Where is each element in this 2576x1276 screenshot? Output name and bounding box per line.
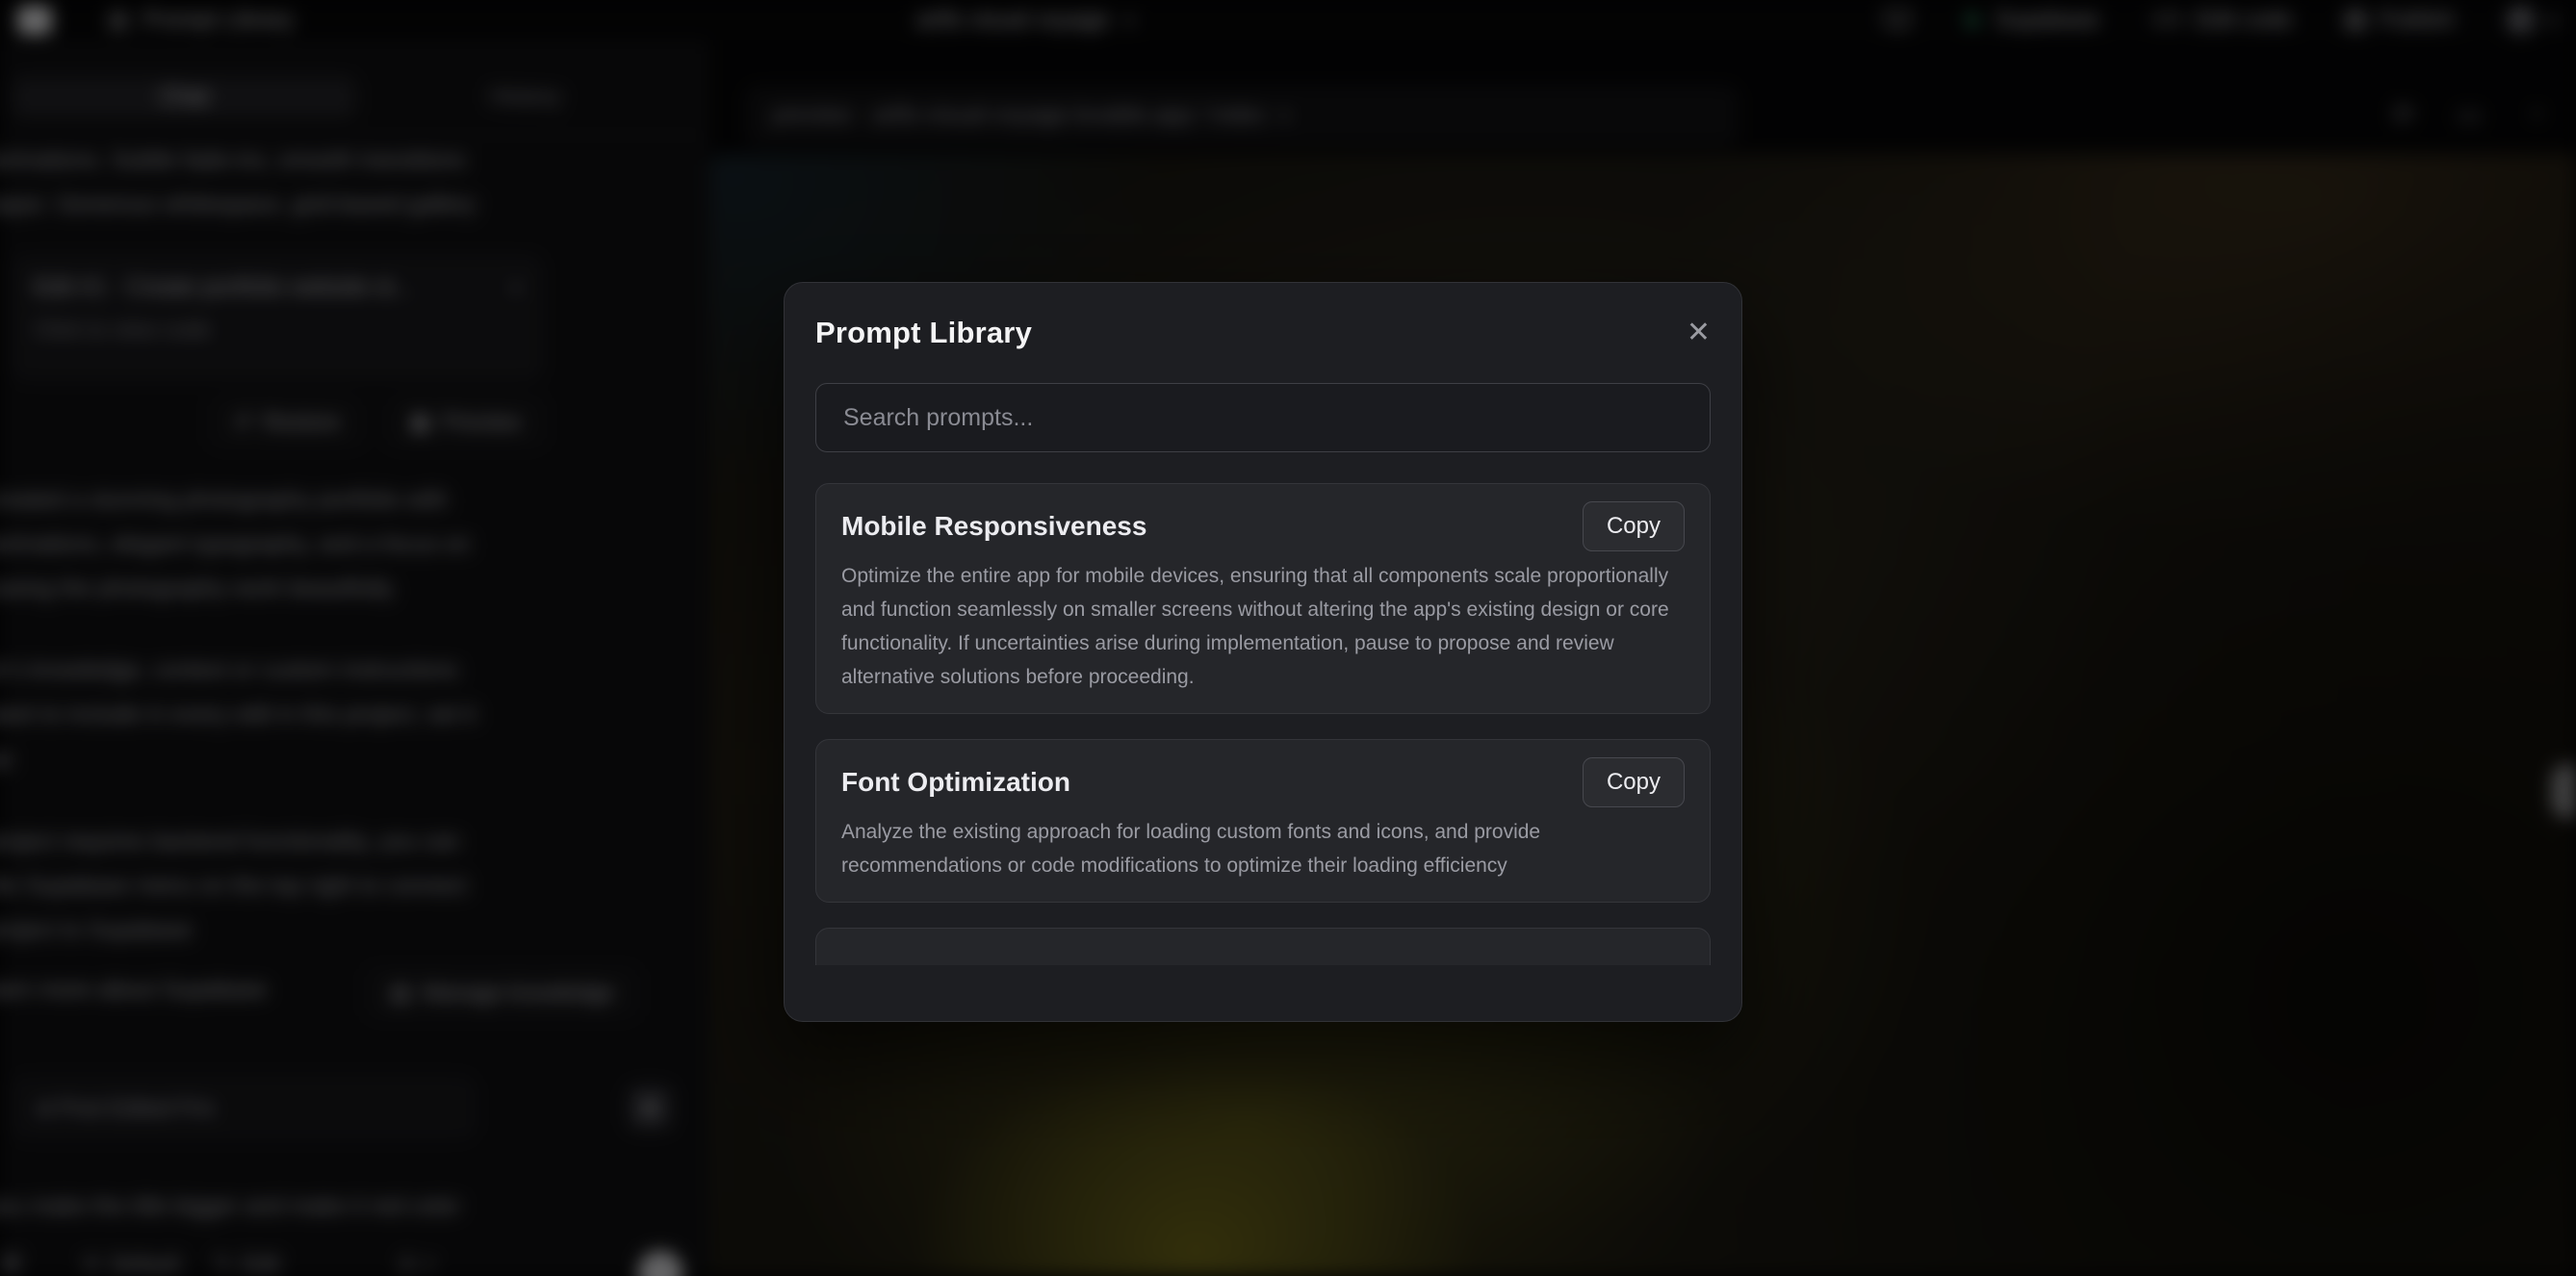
modal-header: Prompt Library ✕ — [815, 316, 1711, 350]
copy-button[interactable]: Copy — [1583, 501, 1685, 551]
close-icon[interactable]: ✕ — [1687, 319, 1711, 347]
prompt-list: Mobile Responsiveness Copy Optimize the … — [815, 483, 1711, 965]
prompt-card-font-optimization: Font Optimization Copy Analyze the exist… — [815, 739, 1711, 903]
modal-title: Prompt Library — [815, 316, 1032, 350]
prompt-card-partial — [815, 928, 1711, 965]
prompt-description: Optimize the entire app for mobile devic… — [841, 559, 1685, 694]
app-window: ⊞ Prompt Library artfo visual voyage ▾ S… — [0, 0, 2576, 1276]
prompt-library-modal: Prompt Library ✕ Mobile Responsiveness C… — [784, 282, 1742, 1022]
prompt-description: Analyze the existing approach for loadin… — [841, 815, 1685, 882]
prompt-card-mobile-responsiveness: Mobile Responsiveness Copy Optimize the … — [815, 483, 1711, 714]
search-input[interactable] — [815, 383, 1711, 452]
prompt-title: Font Optimization — [841, 767, 1070, 798]
prompt-title: Mobile Responsiveness — [841, 511, 1146, 542]
copy-button[interactable]: Copy — [1583, 757, 1685, 807]
